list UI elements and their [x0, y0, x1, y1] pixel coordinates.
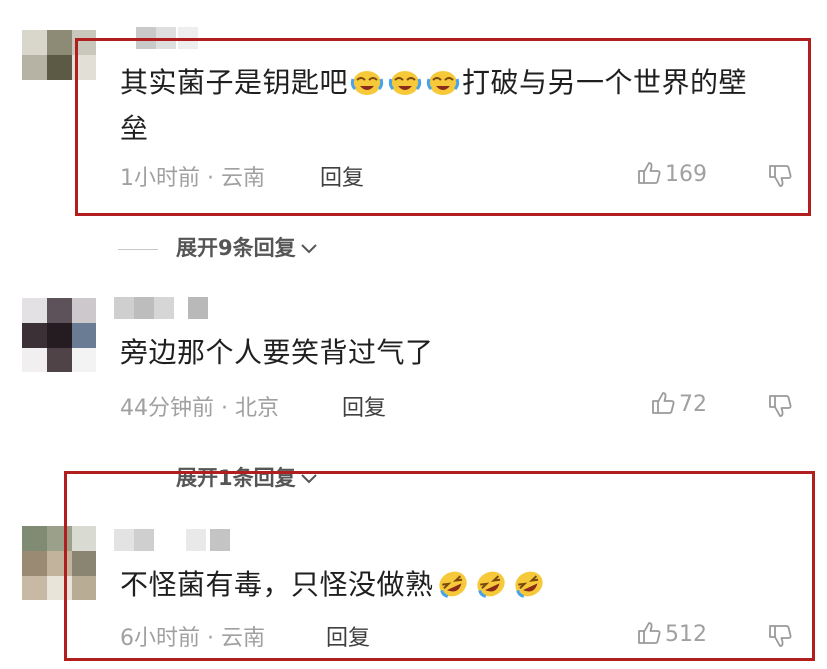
chevron-down-icon: [300, 244, 317, 254]
divider: [118, 248, 158, 250]
expand-replies-button[interactable]: 展开9条回复: [118, 232, 318, 262]
dislike-button[interactable]: [766, 392, 794, 424]
highlight-box: [75, 38, 811, 216]
thumbs-down-icon: [769, 395, 792, 417]
comment-list: 其实菌子是钥匙吧 打破与另一个世界的壁 垒 1小时前 · 云南 回复 169 展开…: [0, 0, 827, 669]
comment-text: 旁边那个人要笑背过气了: [120, 336, 434, 369]
like-button[interactable]: 72: [650, 390, 707, 417]
like-count: 72: [679, 392, 707, 417]
comment-time: 44分钟前: [120, 396, 214, 421]
comment-meta: 44分钟前 · 北京: [120, 396, 280, 421]
username-censored[interactable]: [114, 297, 244, 319]
avatar[interactable]: [22, 298, 96, 372]
highlight-box: [64, 471, 815, 661]
reply-button[interactable]: 回复: [342, 390, 386, 422]
comment-location: 北京: [235, 396, 280, 421]
thumbs-up-icon: [652, 392, 675, 414]
